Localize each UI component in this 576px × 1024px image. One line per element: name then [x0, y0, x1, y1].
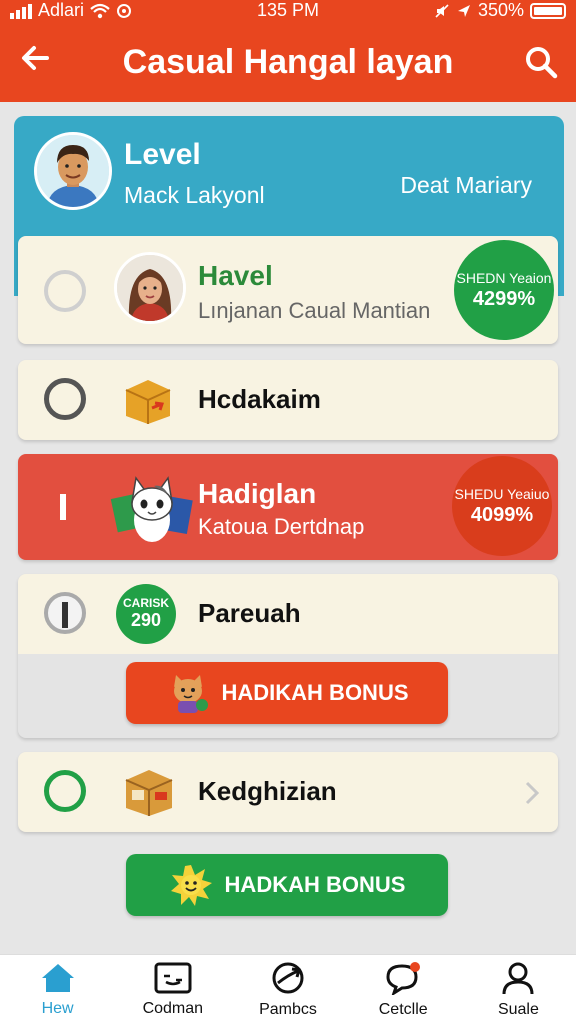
- status-bar: Adlari 135 PM 350%: [0, 0, 576, 24]
- list-item-hcdakaim[interactable]: Hcdakaim: [18, 360, 558, 440]
- arrow-left-icon: [22, 45, 49, 70]
- badge-label: SHEDU Yeaiuo: [454, 485, 550, 502]
- badge-value: 4299%: [472, 287, 536, 310]
- list-item-havel[interactable]: Havel Lınjanan Caual Mantian SHEDN Yeaio…: [18, 236, 558, 344]
- tab-label: Codman: [142, 999, 204, 1017]
- mute-icon: [435, 3, 449, 18]
- item-title: Pareuah: [198, 598, 301, 628]
- score-badge-top: CARISK: [122, 596, 169, 610]
- item-subtitle: Lınjanan Caual Mantian: [198, 298, 431, 323]
- list-item-hadiglan[interactable]: Hadiglan Katoua Dertdnap SHEDU Yeaiuo 40…: [18, 454, 558, 560]
- bonus-button[interactable]: HADIKAH BONUS: [126, 662, 448, 724]
- gift-box-icon: [122, 376, 174, 429]
- tab-label: Pambcs: [259, 1000, 317, 1018]
- chevron-right-icon[interactable]: [524, 780, 540, 806]
- score-badge-bottom: 290: [130, 610, 162, 630]
- tab-codman[interactable]: Codman: [115, 955, 230, 1024]
- nav-bar: Casual Hangal layan: [0, 30, 576, 94]
- package-box-icon: [122, 766, 176, 821]
- cat-mascot-icon: [173, 675, 208, 713]
- badge-label: SHEDN Yeaion: [456, 269, 552, 286]
- radio-button[interactable]: [44, 486, 86, 528]
- radio-indicator: [62, 602, 68, 628]
- woman-avatar-icon: [117, 255, 183, 321]
- tab-cetclle[interactable]: Cetclle: [346, 955, 461, 1024]
- avatar: [114, 252, 186, 324]
- page-title: Casual Hangal layan: [122, 42, 454, 81]
- radio-button[interactable]: [44, 378, 86, 420]
- status-badge: SHEDN Yeaion 4299%: [454, 240, 554, 340]
- avatar: [34, 132, 112, 210]
- location-icon: [457, 4, 470, 17]
- back-button[interactable]: [0, 41, 70, 84]
- item-title: Kedghizian: [198, 776, 337, 806]
- item-title: Hcdakaim: [198, 384, 321, 414]
- badge-value: 4099%: [470, 503, 534, 526]
- tab-hew[interactable]: Hew: [0, 955, 115, 1024]
- cat-game-icon: [110, 468, 194, 553]
- circle-arrow-icon: [272, 962, 304, 993]
- person-icon: [502, 962, 534, 994]
- tab-label: Suale: [497, 1000, 539, 1018]
- bonus-button-label: HADKAH BONUS: [224, 872, 406, 897]
- item-subtitle: Katoua Dertdnap: [198, 514, 365, 539]
- bonus-button[interactable]: HADKAH BONUS: [126, 854, 448, 916]
- card-icon: [154, 962, 192, 993]
- battery-percent: 350%: [477, 0, 524, 20]
- tab-label: Cetclle: [378, 1000, 428, 1018]
- search-icon: [526, 47, 558, 79]
- profile-username: Mack Lakyonl: [124, 182, 265, 208]
- radio-button[interactable]: [44, 770, 86, 812]
- home-icon: [41, 963, 74, 992]
- sun-icon: [170, 865, 212, 906]
- chat-icon: [386, 961, 421, 995]
- battery-icon: [530, 2, 566, 19]
- radio-indicator: [60, 494, 66, 520]
- profile-right-label[interactable]: Deat Mariary: [400, 172, 532, 199]
- profile-level: Level: [124, 138, 201, 171]
- search-button[interactable]: [506, 44, 576, 80]
- bottom-tab-bar: Hew Codman Pambcs Cetclle Suale: [0, 954, 576, 1024]
- man-avatar-icon: [37, 135, 109, 207]
- bonus-button-label: HADIKAH BONUS: [221, 680, 409, 705]
- tab-pambcs[interactable]: Pambcs: [230, 955, 345, 1024]
- tab-label: Hew: [41, 999, 74, 1017]
- item-title: Hadiglan: [198, 478, 317, 509]
- radio-button[interactable]: [44, 270, 86, 312]
- tab-suale[interactable]: Suale: [461, 955, 576, 1024]
- radio-button[interactable]: [44, 592, 86, 634]
- score-badge-icon: CARISK 290: [116, 584, 176, 644]
- list-item-kedghizian[interactable]: Kedghizian: [18, 752, 558, 832]
- status-badge: SHEDU Yeaiuo 4099%: [452, 456, 552, 556]
- app-header: Adlari 135 PM 350% Casual Hangal layan: [0, 0, 576, 102]
- item-title: Havel: [198, 260, 273, 291]
